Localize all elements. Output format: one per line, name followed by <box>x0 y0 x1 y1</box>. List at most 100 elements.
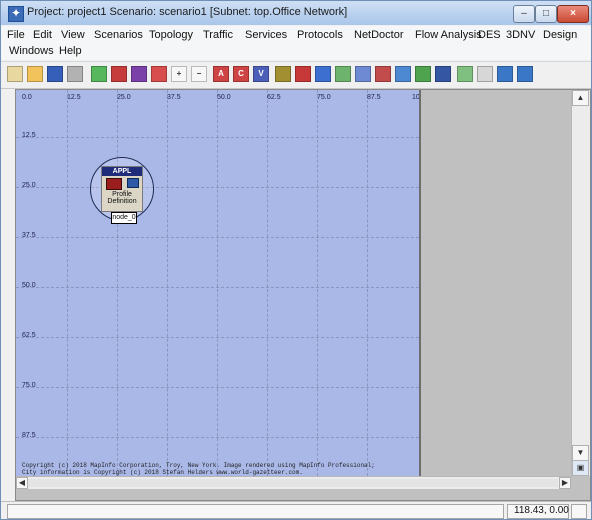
scale-icon[interactable] <box>517 66 533 82</box>
lock-icon[interactable] <box>151 66 167 82</box>
scroll-up-button[interactable]: ▲ <box>572 90 589 106</box>
menu-help[interactable]: Help <box>59 45 82 57</box>
menu-traffic[interactable]: Traffic <box>203 29 233 41</box>
new-project-icon[interactable] <box>7 66 23 82</box>
node-name-line1: Profile <box>112 191 132 198</box>
open-icon[interactable] <box>27 66 43 82</box>
x-tick-label: 12.5 <box>67 94 81 101</box>
ref-icon[interactable] <box>497 66 513 82</box>
scroll-left-button[interactable]: ◀ <box>16 477 28 489</box>
ace-icon[interactable]: A <box>213 66 229 82</box>
coordinates-readout: 118.43, 0.00 <box>514 505 569 516</box>
grid-line <box>16 387 419 388</box>
grid-line <box>16 187 419 188</box>
server-icon <box>106 178 122 190</box>
ctr-icon[interactable]: C <box>233 66 249 82</box>
map-copyright: Copyright (c) 2018 MapInfo Corporation, … <box>22 462 375 476</box>
x-tick-label: 10 <box>412 94 420 101</box>
maximize-button[interactable]: □ <box>535 5 557 23</box>
tree-icon[interactable] <box>355 66 371 82</box>
toolbar: + − A C V <box>1 61 591 89</box>
close-button[interactable]: × <box>557 5 589 23</box>
vertical-scrollbar[interactable]: ▲ ▼ ▣ <box>571 90 590 476</box>
menu-scenarios[interactable]: Scenarios <box>94 29 143 41</box>
x-tick-label: 0.0 <box>22 94 32 101</box>
window-title: Project: project1 Scenario: scenario1 [S… <box>27 6 348 18</box>
menu-netdoctor[interactable]: NetDoctor <box>354 29 404 41</box>
run-icon[interactable] <box>457 66 473 82</box>
report-icon[interactable] <box>435 66 451 82</box>
grid-line <box>16 287 419 288</box>
menu-edit[interactable]: Edit <box>33 29 52 41</box>
topology-icon[interactable] <box>91 66 107 82</box>
menu-des[interactable]: DES <box>478 29 501 41</box>
status-icon <box>571 504 587 519</box>
grid-line <box>16 237 419 238</box>
horizontal-scrollbar[interactable]: ◀ ▶ <box>16 476 571 489</box>
grid-line <box>167 90 168 476</box>
scroll-down-button[interactable]: ▼ <box>572 445 589 461</box>
menu-windows[interactable]: Windows <box>9 45 54 57</box>
y-tick-label: 87.5 <box>22 432 36 439</box>
x-tick-label: 75.0 <box>317 94 331 101</box>
computer-icon <box>127 178 139 188</box>
grid-line <box>117 90 118 476</box>
title-bar: ✦ Project: project1 Scenario: scenario1 … <box>1 1 591 25</box>
save-icon[interactable] <box>47 66 63 82</box>
y-tick-label: 50.0 <box>22 282 36 289</box>
grid-line <box>217 90 218 476</box>
menu-3dnv[interactable]: 3DNV <box>506 29 535 41</box>
app-window: ✦ Project: project1 Scenario: scenario1 … <box>0 0 592 520</box>
menu-bar: File Edit View Scenarios Topology Traffi… <box>1 26 591 60</box>
edit-icon[interactable] <box>375 66 391 82</box>
x-tick-label: 37.5 <box>167 94 181 101</box>
image-icon[interactable] <box>415 66 431 82</box>
node-name-line2: Definition <box>107 198 137 205</box>
horizontal-scroll-thumb[interactable] <box>28 479 558 487</box>
x-tick-label: 50.0 <box>217 94 231 101</box>
menu-services[interactable]: Services <box>245 29 287 41</box>
grid-line <box>67 90 68 476</box>
menu-topology[interactable]: Topology <box>149 29 193 41</box>
flow-icon[interactable] <box>395 66 411 82</box>
y-tick-label: 75.0 <box>22 382 36 389</box>
red-tool-icon[interactable] <box>111 66 127 82</box>
grid-line <box>16 137 419 138</box>
panel-toggle-icon[interactable]: ▣ <box>572 460 589 476</box>
status-bar: 118.43, 0.00 <box>1 501 591 519</box>
vne-icon[interactable]: V <box>253 66 269 82</box>
y-tick-label: 25.0 <box>22 182 36 189</box>
graph-icon[interactable] <box>335 66 351 82</box>
network-canvas[interactable]: 0.0 12.5 25.0 37.5 50.0 62.5 75.0 87.5 1… <box>16 90 421 476</box>
traffic-icon[interactable] <box>275 66 291 82</box>
x-tick-label: 87.5 <box>367 94 381 101</box>
y-tick-label: 37.5 <box>22 232 36 239</box>
grid-line <box>16 337 419 338</box>
copyright-line-2: City information is Copyright (c) 2018 S… <box>22 469 303 476</box>
grid-line <box>317 90 318 476</box>
grid-line <box>16 437 419 438</box>
zoom-out-icon[interactable]: − <box>191 66 207 82</box>
assign-icon[interactable] <box>295 66 311 82</box>
menu-flow-analysis[interactable]: Flow Analysis <box>415 29 482 41</box>
node-label: node_0 <box>111 212 137 224</box>
node-name: Profile Definition <box>102 191 142 205</box>
menu-view[interactable]: View <box>61 29 85 41</box>
node-icon: APPL Profile Definition <box>101 166 143 212</box>
scroll-right-button[interactable]: ▶ <box>559 477 571 489</box>
net-icon[interactable] <box>477 66 493 82</box>
warning-icon[interactable] <box>315 66 331 82</box>
project-icon: ✦ <box>8 6 24 22</box>
grid-line <box>267 90 268 476</box>
module-tool-icon[interactable] <box>131 66 147 82</box>
zoom-in-icon[interactable]: + <box>171 66 187 82</box>
network-node[interactable]: APPL Profile Definition node_0 <box>90 157 154 224</box>
print-icon[interactable] <box>67 66 83 82</box>
minimize-button[interactable]: – <box>513 5 535 23</box>
menu-design[interactable]: Design <box>543 29 577 41</box>
y-tick-label: 12.5 <box>22 132 36 139</box>
menu-file[interactable]: File <box>7 29 25 41</box>
menu-protocols[interactable]: Protocols <box>297 29 343 41</box>
grid-line <box>367 90 368 476</box>
copyright-line-1: Copyright (c) 2018 MapInfo Corporation, … <box>22 462 375 469</box>
